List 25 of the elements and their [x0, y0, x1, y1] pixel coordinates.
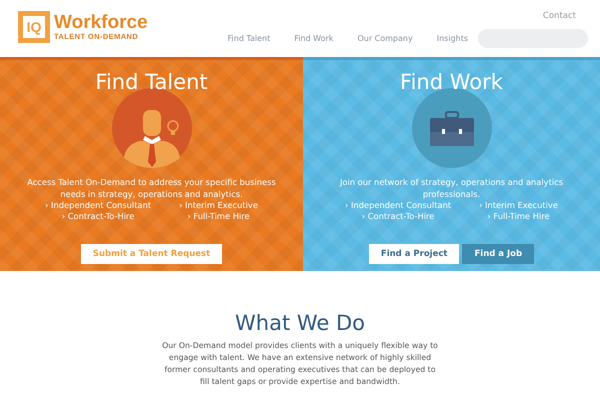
panel-description: Access Talent On-Demand to address your specific business needs in strategy, operations and analytics.	[26, 176, 276, 200]
contact-link[interactable]: Contact	[542, 11, 576, 21]
category-link[interactable]: › Contract-To-Hire	[362, 211, 434, 222]
category-link[interactable]: › Full-Time Hire	[487, 211, 550, 222]
logo-mark[interactable]: IQ	[18, 11, 50, 43]
panel-title: Find Talent	[95, 70, 208, 94]
panel-title: Find Work	[400, 70, 503, 94]
action-button[interactable]: Submit a Talent Request	[80, 244, 222, 264]
briefcase-icon	[412, 88, 492, 168]
section-title: What We Do	[235, 311, 365, 335]
person-icon	[112, 88, 192, 168]
nav-link[interactable]: Find Work	[294, 34, 334, 43]
category-link[interactable]: › Independent Consultant	[345, 200, 452, 211]
action-button[interactable]: Find a Job	[462, 244, 534, 264]
category-link[interactable]: › Contract-To-Hire	[62, 211, 134, 222]
nav-link[interactable]: Insights	[436, 34, 468, 43]
brand-name[interactable]: Workforce	[54, 13, 148, 32]
panel-description: Join our network of strategy, operations and analytics professionals.	[339, 176, 564, 200]
action-button[interactable]: Find a Project	[368, 244, 460, 264]
category-link[interactable]: › Independent Consultant	[45, 200, 152, 211]
nav-link[interactable]: Find Talent	[228, 34, 270, 43]
category-link[interactable]: › Interim Executive	[479, 200, 558, 211]
nav-link[interactable]: Our Company	[357, 34, 413, 43]
category-link[interactable]: › Interim Executive	[179, 200, 258, 211]
category-link[interactable]: › Full-Time Hire	[187, 211, 250, 222]
